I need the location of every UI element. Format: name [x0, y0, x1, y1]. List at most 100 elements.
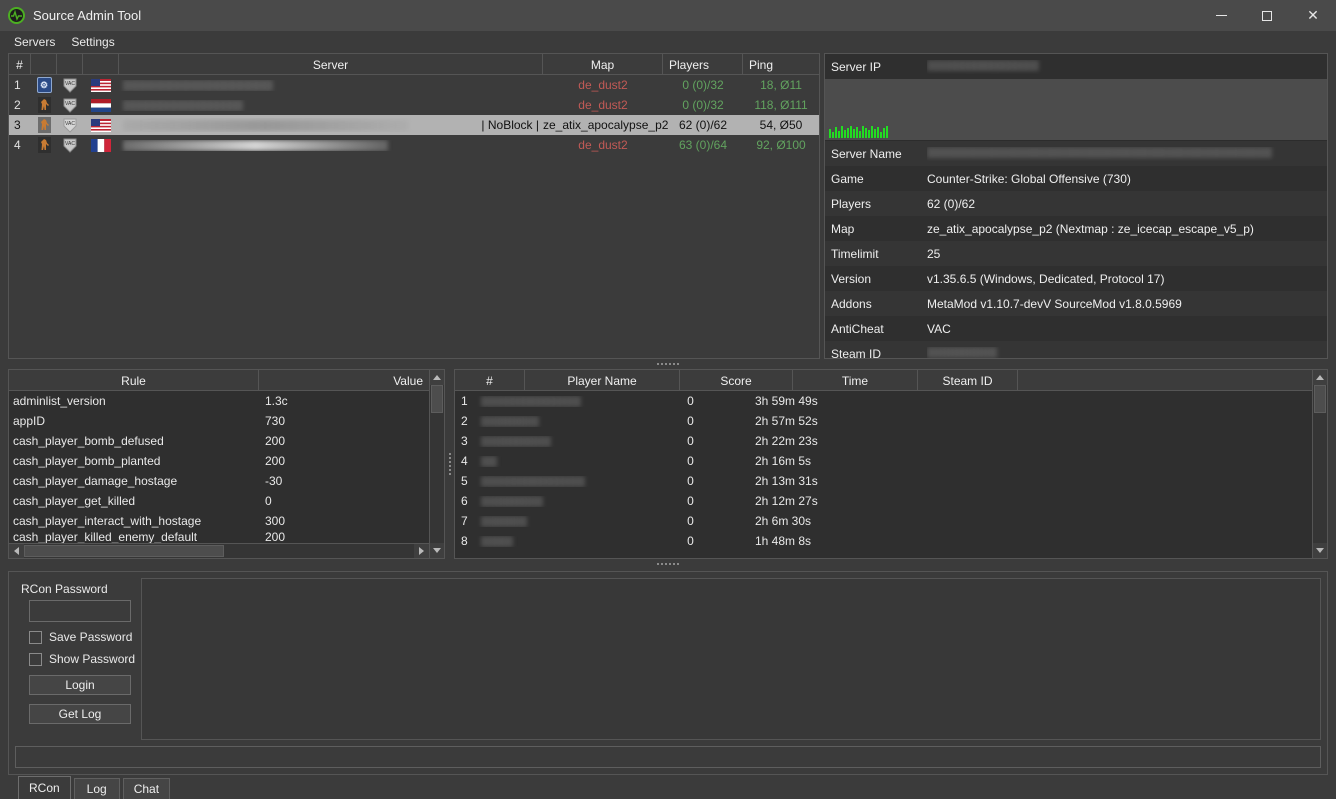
table-row[interactable]: 8 0 1h 48m 8s [455, 531, 1312, 551]
col-header-steam-id[interactable]: Steam ID [918, 370, 1018, 391]
table-row[interactable]: 2 VAC de_dust2 0 (0)/32 118, [9, 95, 819, 115]
col-header-players[interactable]: Players [663, 54, 743, 75]
col-header-flag[interactable] [83, 54, 119, 75]
rcon-command-input[interactable] [15, 746, 1321, 768]
maximize-button[interactable] [1244, 0, 1290, 31]
players-vertical-scrollbar[interactable] [1312, 370, 1327, 558]
server-name [119, 140, 543, 151]
player-num: 3 [455, 434, 477, 448]
rule-value: 200 [259, 434, 429, 448]
save-password-checkbox[interactable] [29, 631, 42, 644]
server-players: 63 (0)/64 [663, 138, 743, 152]
scroll-thumb[interactable] [1314, 385, 1326, 413]
detail-label: Version [825, 272, 927, 286]
server-ping: 54, Ø50 [743, 118, 819, 132]
table-row[interactable]: cash_player_interact_with_hostage 300 [9, 511, 429, 531]
player-count-graph [825, 79, 1327, 141]
scroll-thumb[interactable] [24, 545, 224, 557]
flag-fr-icon [83, 139, 119, 152]
col-header-score[interactable]: Score [680, 370, 793, 391]
col-header-rule[interactable]: Rule [9, 370, 259, 391]
tab-chat[interactable]: Chat [123, 778, 170, 799]
player-name [477, 476, 634, 487]
table-row[interactable]: 7 0 2h 6m 30s [455, 511, 1312, 531]
server-ping: 92, Ø100 [743, 138, 819, 152]
table-row[interactable]: appID 730 [9, 411, 429, 431]
server-name [119, 80, 543, 91]
tab-rcon[interactable]: RCon [18, 776, 71, 799]
col-header-server[interactable]: Server [119, 54, 543, 75]
col-header-vac-icon[interactable] [57, 54, 83, 75]
get-log-button[interactable]: Get Log [29, 704, 131, 724]
detail-label: Timelimit [825, 247, 927, 261]
menu-settings[interactable]: Settings [63, 33, 122, 51]
rules-vertical-scrollbar[interactable] [429, 370, 444, 558]
server-row-num: 2 [9, 98, 31, 112]
rcon-password-input[interactable] [29, 600, 131, 622]
rule-name: cash_player_bomb_defused [9, 434, 259, 448]
col-header-player-name[interactable]: Player Name [525, 370, 680, 391]
minimize-button[interactable] [1198, 0, 1244, 31]
detail-label: Map [825, 222, 927, 236]
col-header-map[interactable]: Map [543, 54, 663, 75]
detail-value: 25 [927, 247, 1327, 261]
graph-bars [829, 124, 889, 138]
save-password-row[interactable]: Save Password [29, 630, 137, 644]
table-row[interactable]: 3 0 2h 22m 23s [455, 431, 1312, 451]
table-row[interactable]: 3 VAC | NoBlock | [9, 115, 819, 135]
col-header-ping[interactable]: Ping [743, 54, 819, 75]
scroll-track[interactable] [24, 544, 414, 558]
scroll-left-button[interactable] [9, 544, 24, 558]
show-password-checkbox[interactable] [29, 653, 42, 666]
table-row[interactable]: 6 0 2h 12m 27s [455, 491, 1312, 511]
scroll-down-button[interactable] [1313, 543, 1327, 558]
detail-row-server-name: Server Name [825, 141, 1327, 166]
table-row[interactable]: 5 0 2h 13m 31s [455, 471, 1312, 491]
server-name [119, 100, 543, 111]
horizontal-splitter-lower[interactable] [8, 559, 1328, 569]
table-row[interactable]: 1 ⚙ VAC de_dust2 0 (0)/32 18, [9, 75, 819, 95]
vac-shield-icon: VAC [57, 137, 83, 153]
rcon-output-area[interactable] [141, 578, 1321, 740]
scroll-right-button[interactable] [414, 544, 429, 558]
scroll-thumb[interactable] [431, 385, 443, 413]
col-header-time[interactable]: Time [793, 370, 918, 391]
table-row[interactable]: cash_player_killed_enemy_default 200 [9, 531, 429, 543]
scroll-track[interactable] [1313, 385, 1327, 543]
table-row[interactable]: cash_player_get_killed 0 [9, 491, 429, 511]
col-header-game-icon[interactable] [31, 54, 57, 75]
player-num: 2 [455, 414, 477, 428]
scroll-up-button[interactable] [430, 370, 444, 385]
close-button[interactable]: ✕ [1290, 0, 1336, 31]
detail-label: Addons [825, 297, 927, 311]
table-row[interactable]: 4 VAC de_dust2 63 (0)/64 92, [9, 135, 819, 155]
player-num: 5 [455, 474, 477, 488]
show-password-row[interactable]: Show Password [29, 652, 137, 666]
tab-log[interactable]: Log [74, 778, 120, 799]
scroll-down-button[interactable] [430, 543, 444, 558]
table-row[interactable]: cash_player_damage_hostage -30 [9, 471, 429, 491]
col-header-value[interactable]: Value [259, 370, 429, 391]
rule-name: adminlist_version [9, 394, 259, 408]
table-row[interactable]: cash_player_bomb_planted 200 [9, 451, 429, 471]
horizontal-splitter[interactable] [8, 359, 1328, 369]
table-row[interactable]: cash_player_bomb_defused 200 [9, 431, 429, 451]
vertical-splitter[interactable] [445, 369, 454, 559]
table-row[interactable]: adminlist_version 1.3c [9, 391, 429, 411]
rules-horizontal-scrollbar[interactable] [9, 543, 429, 558]
table-row[interactable]: 4 0 2h 16m 5s [455, 451, 1312, 471]
scroll-track[interactable] [430, 385, 444, 543]
detail-label: Steam ID [825, 347, 927, 360]
login-button[interactable]: Login [29, 675, 131, 695]
table-row[interactable]: 2 0 2h 57m 52s [455, 411, 1312, 431]
scroll-up-button[interactable] [1313, 370, 1327, 385]
player-time: 2h 16m 5s [747, 454, 872, 468]
detail-row-addons: Addons MetaMod v1.10.7-devV SourceMod v1… [825, 291, 1327, 316]
col-header-num[interactable]: # [9, 54, 31, 75]
detail-row-game: Game Counter-Strike: Global Offensive (7… [825, 166, 1327, 191]
col-header-num[interactable]: # [455, 370, 525, 391]
table-row[interactable]: 1 0 3h 59m 49s [455, 391, 1312, 411]
svg-text:VAC: VAC [65, 121, 75, 127]
detail-value: ze_atix_apocalypse_p2 (Nextmap : ze_icec… [927, 222, 1327, 236]
menu-servers[interactable]: Servers [6, 33, 63, 51]
